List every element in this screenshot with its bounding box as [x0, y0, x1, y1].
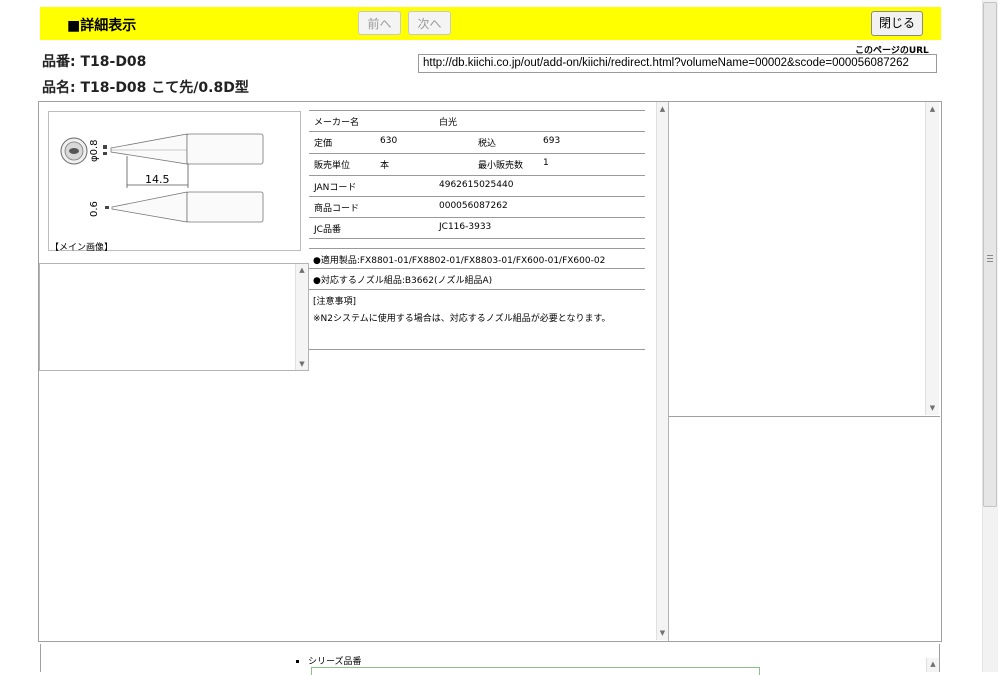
scroll-up-icon[interactable]: ▲	[926, 105, 939, 113]
page-scroll-thumb[interactable]	[983, 2, 997, 507]
grip-icon	[987, 255, 993, 256]
main-image: φ0.8 14.5 0.6	[48, 111, 301, 251]
notes-body: ※N2システムに使用する場合は、対応するノズル組品が必要となります。	[313, 314, 611, 324]
scroll-down-icon[interactable]: ▼	[296, 360, 308, 368]
sub-image-panel: ▲ ▼	[39, 263, 309, 371]
table-row: JANコード 4962615025440	[309, 176, 645, 197]
price-label: 定価	[314, 139, 333, 149]
applicable-products: ●適用製品:FX8801-01/FX8802-01/FX8803-01/FX60…	[313, 256, 606, 266]
right-panel-scrollbar[interactable]: ▲ ▼	[925, 102, 939, 415]
page-url-field[interactable]: http://db.kiichi.co.jp/out/add-on/kiichi…	[418, 54, 937, 73]
right-panel: ▲ ▼	[668, 102, 940, 417]
sub-panel-scrollbar[interactable]: ▲ ▼	[295, 264, 308, 370]
tax-label: 税込	[478, 139, 497, 149]
table-row: メーカー名 白光	[309, 110, 645, 132]
min-qty-label: 最小販売数	[478, 161, 524, 171]
series-label: シリーズ品番	[308, 657, 362, 667]
scroll-up-icon[interactable]: ▲	[927, 660, 939, 668]
close-button[interactable]: 閉じる	[871, 11, 923, 36]
series-heading: シリーズ品番	[296, 654, 362, 667]
scroll-down-icon[interactable]: ▼	[657, 629, 668, 637]
table-row: 定価 630 税込 693	[309, 132, 645, 154]
maker-value: 白光	[439, 118, 458, 128]
nozzle-assembly: ●対応するノズル組品:B3662(ノズル組品A)	[313, 276, 493, 286]
bullet-icon	[296, 660, 299, 663]
spec-scrollbar[interactable]: ▲ ▼	[656, 102, 668, 640]
notes-row: [注意事項] ※N2システムに使用する場合は、対応するノズル組品が必要となります…	[309, 290, 645, 350]
length-label: 14.5	[145, 173, 170, 186]
header-bar: ■詳細表示 前へ 次へ 閉じる	[40, 7, 941, 40]
table-row: 商品コード 000056087262	[309, 197, 645, 218]
page-title: ■詳細表示	[67, 18, 137, 34]
thickness-label: 0.6	[89, 201, 100, 217]
scroll-up-icon[interactable]: ▲	[657, 105, 668, 113]
product-number: 品番: T18-D08	[42, 54, 147, 70]
product-name: 品名: T18-D08 こて先/0.8D型	[42, 80, 249, 96]
price-value: 630	[380, 136, 398, 146]
next-button[interactable]: 次へ	[408, 11, 451, 35]
product-code-label: 商品コード	[314, 204, 360, 214]
image-caption: 【メイン画像】	[50, 243, 114, 253]
notes-title: [注意事項]	[313, 297, 357, 307]
table-row: ●対応するノズル組品:B3662(ノズル組品A)	[309, 269, 645, 290]
soldering-tip-drawing	[60, 133, 264, 223]
unit-value: 本	[380, 161, 390, 171]
prev-button[interactable]: 前へ	[358, 11, 401, 35]
table-row: 販売単位 本 最小販売数 1	[309, 154, 645, 176]
scroll-down-icon[interactable]: ▼	[926, 404, 939, 412]
jc-label: JC品番	[314, 225, 341, 235]
min-qty-value: 1	[543, 158, 549, 168]
product-code-value: 000056087262	[439, 201, 508, 211]
scroll-up-icon[interactable]: ▲	[296, 266, 308, 274]
table-row: ●適用製品:FX8801-01/FX8802-01/FX8803-01/FX60…	[309, 248, 645, 269]
diameter-label: φ0.8	[89, 139, 100, 163]
series-table	[311, 667, 760, 675]
jan-label: JANコード	[314, 183, 357, 193]
unit-label: 販売単位	[314, 161, 351, 171]
table-row: JC品番 JC116-3933	[309, 218, 645, 239]
jan-value: 4962615025440	[439, 180, 514, 190]
grip-line	[987, 261, 993, 262]
bottom-scrollbar[interactable]: ▲	[926, 658, 939, 672]
jc-value: JC116-3933	[439, 222, 492, 232]
right-panel-divider	[668, 417, 669, 641]
tax-value: 693	[543, 136, 561, 146]
grip-line	[987, 258, 993, 259]
maker-label: メーカー名	[314, 118, 360, 128]
